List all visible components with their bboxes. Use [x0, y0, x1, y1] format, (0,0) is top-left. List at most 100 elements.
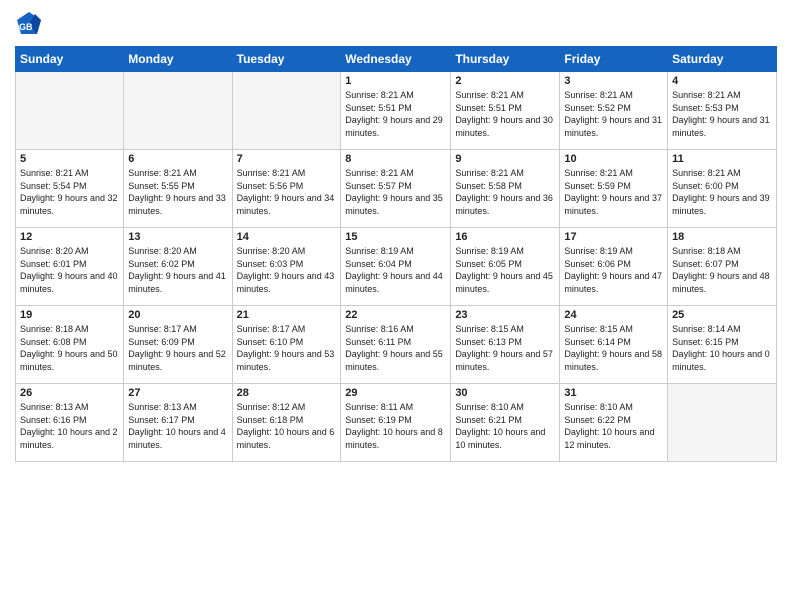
day-info: Sunrise: 8:13 AM Sunset: 6:17 PM Dayligh… — [128, 401, 227, 451]
day-number: 29 — [345, 387, 446, 399]
logo-icon: GB — [15, 10, 43, 38]
calendar-cell: 3 Sunrise: 8:21 AM Sunset: 5:52 PM Daylig… — [560, 72, 668, 150]
calendar-cell: 17Sunrise: 8:19 AM Sunset: 6:06 PM Dayli… — [560, 228, 668, 306]
calendar-cell: 13 Sunrise: 8:20 AM Sunset: 6:02 PM Dayli… — [124, 228, 232, 306]
calendar-week-4: 19Sunrise: 8:18 AM Sunset: 6:08 PM Dayli… — [16, 306, 777, 384]
day-header-friday: Friday — [560, 47, 668, 72]
day-info: Sunrise: 8:10 AM Sunset: 6:22 PM Dayligh… — [564, 401, 663, 451]
calendar-cell: 30Sunrise: 8:10 AM Sunset: 6:21 PM Dayli… — [451, 384, 560, 462]
calendar-cell: 25 Sunrise: 8:14 AM Sunset: 6:15 PM Dayli… — [668, 306, 777, 384]
day-info: Sunrise: 8:12 AM Sunset: 6:18 PM Dayligh… — [237, 401, 337, 451]
calendar-cell: 1 Sunrise: 8:21 AM Sunset: 5:51 PM Daylig… — [341, 72, 451, 150]
day-info: Sunrise: 8:21 AM Sunset: 5:58 PM Dayligh… — [455, 167, 555, 217]
calendar-cell: 23 Sunrise: 8:15 AM Sunset: 6:13 PM Dayli… — [451, 306, 560, 384]
day-number: 7 — [237, 153, 337, 165]
calendar-week-5: 26 Sunrise: 8:13 AM Sunset: 6:16 PM Dayli… — [16, 384, 777, 462]
day-info: Sunrise: 8:21 AM Sunset: 5:57 PM Dayligh… — [345, 167, 446, 217]
day-number: 26 — [20, 387, 119, 399]
day-info: Sunrise: 8:21 AM Sunset: 5:56 PM Dayligh… — [237, 167, 337, 217]
day-info: Sunrise: 8:13 AM Sunset: 6:16 PM Dayligh… — [20, 401, 119, 451]
calendar-cell: 9 Sunrise: 8:21 AM Sunset: 5:58 PM Daylig… — [451, 150, 560, 228]
day-number: 18 — [672, 231, 772, 243]
day-info: Sunrise: 8:21 AM Sunset: 5:55 PM Dayligh… — [128, 167, 227, 217]
day-info: Sunrise: 8:14 AM Sunset: 6:15 PM Dayligh… — [672, 323, 772, 373]
calendar-cell: 21Sunrise: 8:17 AM Sunset: 6:10 PM Dayli… — [232, 306, 341, 384]
page: GB SundayMondayTuesdayWednesdayThursdayF… — [0, 0, 792, 612]
day-info: Sunrise: 8:11 AM Sunset: 6:19 PM Dayligh… — [345, 401, 446, 451]
day-info: Sunrise: 8:20 AM Sunset: 6:02 PM Dayligh… — [128, 245, 227, 295]
calendar-cell: 4 Sunrise: 8:21 AM Sunset: 5:53 PM Daylig… — [668, 72, 777, 150]
calendar-cell: 18 Sunrise: 8:18 AM Sunset: 6:07 PM Dayli… — [668, 228, 777, 306]
day-number: 2 — [455, 75, 555, 87]
calendar-header-row: SundayMondayTuesdayWednesdayThursdayFrid… — [16, 47, 777, 72]
day-info: Sunrise: 8:21 AM Sunset: 5:52 PM Dayligh… — [564, 89, 663, 139]
calendar-cell — [16, 72, 124, 150]
day-number: 6 — [128, 153, 227, 165]
day-number: 5 — [20, 153, 119, 165]
calendar-cell: 27 Sunrise: 8:13 AM Sunset: 6:17 PM Dayli… — [124, 384, 232, 462]
calendar-cell: 26 Sunrise: 8:13 AM Sunset: 6:16 PM Dayli… — [16, 384, 124, 462]
day-number: 12 — [20, 231, 119, 243]
day-number: 16 — [455, 231, 555, 243]
calendar-cell: 29 Sunrise: 8:11 AM Sunset: 6:19 PM Dayli… — [341, 384, 451, 462]
day-info: Sunrise: 8:19 AM Sunset: 6:04 PM Dayligh… — [345, 245, 446, 295]
day-header-wednesday: Wednesday — [341, 47, 451, 72]
day-number: 13 — [128, 231, 227, 243]
calendar-cell: 11Sunrise: 8:21 AM Sunset: 6:00 PM Dayli… — [668, 150, 777, 228]
day-info: Sunrise: 8:19 AM Sunset: 6:06 PM Dayligh… — [564, 245, 663, 295]
calendar-cell: 16 Sunrise: 8:19 AM Sunset: 6:05 PM Dayli… — [451, 228, 560, 306]
calendar-cell: 12Sunrise: 8:20 AM Sunset: 6:01 PM Dayli… — [16, 228, 124, 306]
logo: GB — [15, 10, 47, 38]
calendar-cell: 19Sunrise: 8:18 AM Sunset: 6:08 PM Dayli… — [16, 306, 124, 384]
calendar-cell — [668, 384, 777, 462]
calendar-cell: 2 Sunrise: 8:21 AM Sunset: 5:51 PM Daylig… — [451, 72, 560, 150]
day-info: Sunrise: 8:21 AM Sunset: 6:00 PM Dayligh… — [672, 167, 772, 217]
day-number: 22 — [345, 309, 446, 321]
day-info: Sunrise: 8:18 AM Sunset: 6:07 PM Dayligh… — [672, 245, 772, 295]
day-header-thursday: Thursday — [451, 47, 560, 72]
calendar-cell: 8Sunrise: 8:21 AM Sunset: 5:57 PM Daylig… — [341, 150, 451, 228]
calendar-cell: 15Sunrise: 8:19 AM Sunset: 6:04 PM Dayli… — [341, 228, 451, 306]
day-info: Sunrise: 8:21 AM Sunset: 5:51 PM Dayligh… — [345, 89, 446, 139]
day-info: Sunrise: 8:15 AM Sunset: 6:14 PM Dayligh… — [564, 323, 663, 373]
calendar-week-2: 5 Sunrise: 8:21 AM Sunset: 5:54 PM Daylig… — [16, 150, 777, 228]
calendar-cell: 5 Sunrise: 8:21 AM Sunset: 5:54 PM Daylig… — [16, 150, 124, 228]
day-number: 23 — [455, 309, 555, 321]
calendar-cell: 24 Sunrise: 8:15 AM Sunset: 6:14 PM Dayli… — [560, 306, 668, 384]
day-number: 28 — [237, 387, 337, 399]
calendar-cell: 14Sunrise: 8:20 AM Sunset: 6:03 PM Dayli… — [232, 228, 341, 306]
day-header-sunday: Sunday — [16, 47, 124, 72]
day-number: 31 — [564, 387, 663, 399]
day-info: Sunrise: 8:16 AM Sunset: 6:11 PM Dayligh… — [345, 323, 446, 373]
day-header-saturday: Saturday — [668, 47, 777, 72]
svg-text:GB: GB — [19, 22, 33, 32]
day-number: 10 — [564, 153, 663, 165]
calendar-cell: 7 Sunrise: 8:21 AM Sunset: 5:56 PM Daylig… — [232, 150, 341, 228]
day-info: Sunrise: 8:21 AM Sunset: 5:53 PM Dayligh… — [672, 89, 772, 139]
day-info: Sunrise: 8:21 AM Sunset: 5:54 PM Dayligh… — [20, 167, 119, 217]
calendar-cell — [232, 72, 341, 150]
day-number: 27 — [128, 387, 227, 399]
day-number: 1 — [345, 75, 446, 87]
day-info: Sunrise: 8:17 AM Sunset: 6:10 PM Dayligh… — [237, 323, 337, 373]
day-info: Sunrise: 8:21 AM Sunset: 5:59 PM Dayligh… — [564, 167, 663, 217]
day-number: 19 — [20, 309, 119, 321]
calendar-cell: 22 Sunrise: 8:16 AM Sunset: 6:11 PM Dayli… — [341, 306, 451, 384]
day-number: 3 — [564, 75, 663, 87]
calendar-week-1: 1 Sunrise: 8:21 AM Sunset: 5:51 PM Daylig… — [16, 72, 777, 150]
calendar: SundayMondayTuesdayWednesdayThursdayFrid… — [15, 46, 777, 462]
calendar-cell — [124, 72, 232, 150]
calendar-cell: 28 Sunrise: 8:12 AM Sunset: 6:18 PM Dayli… — [232, 384, 341, 462]
day-number: 9 — [455, 153, 555, 165]
day-number: 4 — [672, 75, 772, 87]
header: GB — [15, 10, 777, 38]
day-number: 24 — [564, 309, 663, 321]
day-number: 25 — [672, 309, 772, 321]
day-number: 20 — [128, 309, 227, 321]
calendar-cell: 6 Sunrise: 8:21 AM Sunset: 5:55 PM Daylig… — [124, 150, 232, 228]
day-info: Sunrise: 8:21 AM Sunset: 5:51 PM Dayligh… — [455, 89, 555, 139]
day-header-monday: Monday — [124, 47, 232, 72]
day-info: Sunrise: 8:15 AM Sunset: 6:13 PM Dayligh… — [455, 323, 555, 373]
day-info: Sunrise: 8:19 AM Sunset: 6:05 PM Dayligh… — [455, 245, 555, 295]
day-info: Sunrise: 8:10 AM Sunset: 6:21 PM Dayligh… — [455, 401, 555, 451]
